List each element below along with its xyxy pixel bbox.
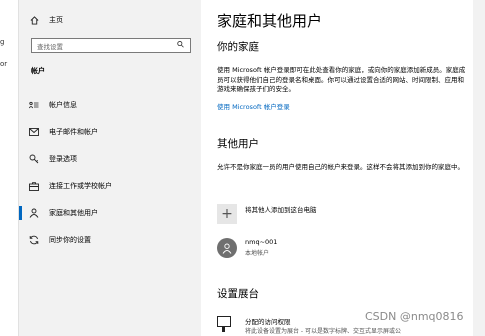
family-description: 使用 Microsoft 帐户登录即可在此处查看你的家庭，或向你的家庭添加新成员…: [217, 66, 466, 93]
background-text: g: [0, 38, 5, 46]
family-heading: 你的家庭: [217, 41, 259, 53]
user-type: 本地帐户: [245, 250, 270, 257]
sidebar-item-account-info[interactable]: 帐户信息: [19, 94, 201, 116]
sidebar-item-home[interactable]: 主页: [19, 9, 201, 31]
sidebar-item-label: 主页: [49, 16, 63, 24]
sidebar-item-label: 帐户信息: [49, 101, 77, 109]
account-info-icon: [19, 101, 49, 109]
main-content: 家庭和其他用户 你的家庭 使用 Microsoft 帐户登录即可在此处查看你的家…: [201, 0, 473, 336]
key-icon: [19, 154, 49, 164]
mail-icon: [19, 128, 49, 136]
sidebar-item-label: 家庭和其他用户: [49, 209, 98, 217]
sidebar-item-work-school[interactable]: 连接工作或学校帐户: [19, 175, 201, 197]
home-icon: [19, 15, 49, 25]
sidebar-item-label: 同步你的设置: [49, 236, 91, 244]
search-placeholder: 查找设置: [37, 42, 63, 51]
other-users-description: 允许不是你家庭一员的用户使用自己的帐户来登录。这样不会将其添加到你的家庭中。: [217, 163, 464, 171]
right-edge-strip: [473, 0, 485, 336]
plus-icon: +: [221, 206, 233, 222]
kiosk-heading: 设置展台: [217, 288, 259, 300]
sidebar: 主页 查找设置 ⚲ 帐户 帐户信息 电子邮件和帐户 登录选项 连接工作或学校帐户…: [19, 0, 201, 336]
sign-in-microsoft-link[interactable]: 使用 Microsoft 帐户登录: [217, 101, 290, 111]
sidebar-item-label: 连接工作或学校帐户: [49, 182, 112, 190]
sidebar-item-email[interactable]: 电子邮件和帐户: [19, 121, 201, 143]
other-users-heading: 其他用户: [217, 138, 259, 150]
section-label: 帐户: [31, 67, 45, 75]
search-input[interactable]: 查找设置 ⚲: [31, 38, 191, 53]
user-icon: [222, 243, 232, 254]
background-text: or: [0, 60, 8, 68]
assigned-access-description: 将此设备设置为展台 - 可以是数字标牌、交互式显示屏或公: [245, 328, 401, 335]
watermark: CSDN @nmq0816: [365, 310, 464, 323]
kiosk-icon: [217, 316, 231, 332]
add-user-button[interactable]: +: [217, 204, 237, 224]
sidebar-item-label: 登录选项: [49, 155, 77, 163]
search-icon: ⚲: [175, 39, 188, 51]
sidebar-item-label: 电子邮件和帐户: [49, 128, 98, 136]
briefcase-icon: [19, 181, 49, 191]
avatar[interactable]: [217, 238, 237, 258]
assigned-access-link[interactable]: 分配的访问权限: [245, 316, 291, 326]
add-user-label[interactable]: 将其他人添加到这台电脑: [245, 204, 317, 214]
sync-icon: [19, 235, 49, 245]
sidebar-item-family[interactable]: 家庭和其他用户: [19, 202, 201, 224]
page-title: 家庭和其他用户: [217, 12, 323, 30]
background-window-edge: g or: [0, 0, 19, 336]
sidebar-item-sign-in-options[interactable]: 登录选项: [19, 148, 201, 170]
sidebar-item-sync[interactable]: 同步你的设置: [19, 229, 201, 251]
person-icon: [19, 208, 49, 218]
user-name[interactable]: nmq~001: [245, 238, 277, 246]
